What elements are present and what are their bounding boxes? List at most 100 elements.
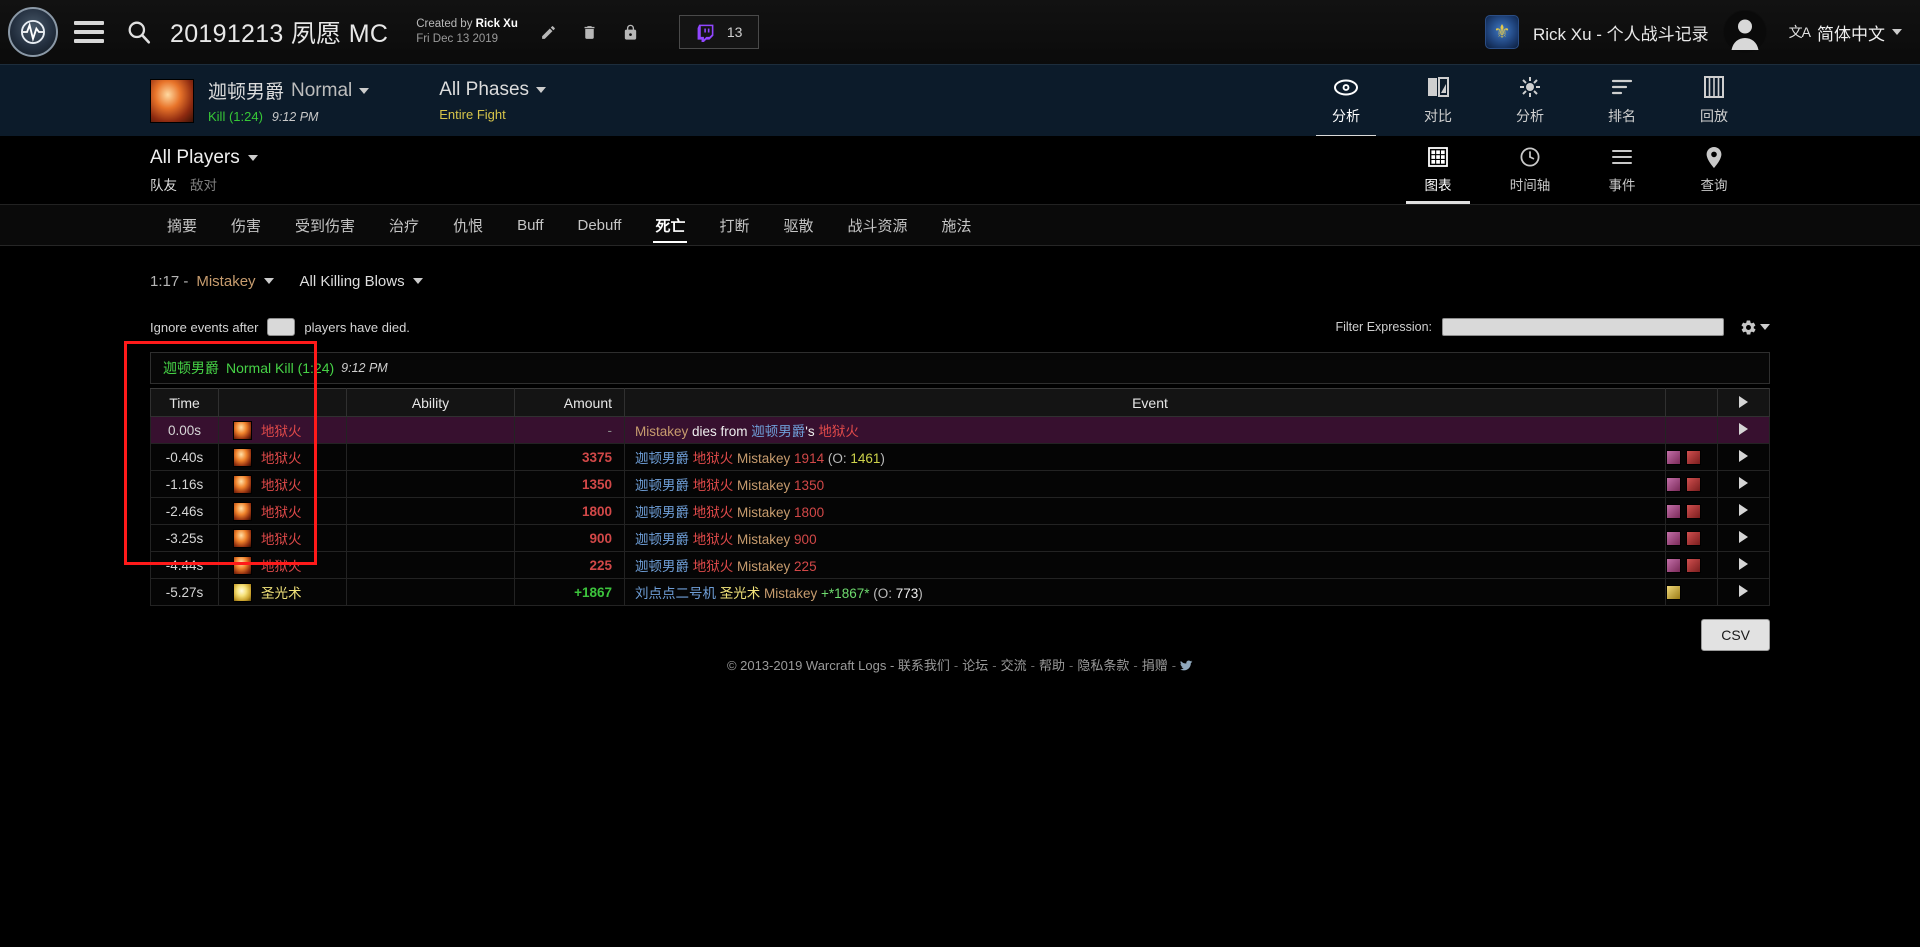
boss-selector[interactable]: 迦顿男爵 Normal Kill (1:24) 9:12 PM [208, 77, 369, 124]
twitch-viewers-button[interactable]: 13 [679, 15, 760, 49]
footer-link[interactable]: 隐私条款 [1077, 658, 1129, 673]
cell-expand[interactable] [1718, 417, 1770, 444]
buff-tag-icon[interactable] [1686, 558, 1701, 573]
ability-name[interactable]: 地狱火 [261, 447, 302, 467]
tab-9[interactable]: 驱散 [766, 205, 830, 245]
footer-link[interactable]: 论坛 [962, 658, 988, 673]
cell-expand[interactable] [1718, 444, 1770, 471]
tab-11[interactable]: 施法 [925, 205, 989, 245]
column-header-ability[interactable]: Ability [347, 389, 515, 417]
buff-tag-icon[interactable] [1686, 531, 1701, 546]
buff-tag-icon[interactable] [1686, 504, 1701, 519]
ability-name[interactable]: 圣光术 [261, 582, 302, 602]
tab-6[interactable]: Debuff [561, 205, 639, 245]
user-avatar-icon[interactable] [1723, 10, 1767, 54]
cell-expand[interactable] [1718, 579, 1770, 606]
cell-expand[interactable] [1718, 471, 1770, 498]
nav-item-replay[interactable]: 回放 [1668, 65, 1760, 137]
ability-name[interactable]: 地狱火 [261, 474, 302, 494]
pencil-icon[interactable] [540, 24, 557, 41]
tab-1[interactable]: 伤害 [214, 205, 278, 245]
trash-icon[interactable] [581, 24, 598, 41]
table-row[interactable]: 0.00s地狱火-Mistakey dies from 迦顿男爵's 地狱火 [151, 417, 1770, 444]
gear-icon[interactable] [1740, 319, 1770, 336]
hamburger-menu-icon[interactable] [74, 21, 104, 43]
column-header-amount[interactable]: Amount [515, 389, 625, 417]
ability-name[interactable]: 地狱火 [261, 555, 302, 575]
tab-2[interactable]: 受到伤害 [278, 205, 372, 245]
ability-name[interactable]: 地狱火 [261, 420, 302, 440]
buff-tag-icon[interactable] [1686, 450, 1701, 465]
footer-link[interactable]: 帮助 [1039, 658, 1065, 673]
table-row[interactable]: -0.40s地狱火3375迦顿男爵 地狱火 Mistakey 1914 (O: … [151, 444, 1770, 471]
table-row[interactable]: -5.27s圣光术+1867刘点点二号机 圣光术 Mistakey +*1867… [151, 579, 1770, 606]
footer-link[interactable]: 交流 [1001, 658, 1027, 673]
ignore-players-input[interactable] [267, 318, 295, 336]
expand-arrow-icon[interactable] [1739, 477, 1748, 489]
cell-ability[interactable]: 地狱火 [219, 498, 347, 525]
cell-ability[interactable]: 地狱火 [219, 552, 347, 579]
buff-tag-icon[interactable] [1666, 477, 1681, 492]
cell-ability[interactable]: 地狱火 [219, 444, 347, 471]
expand-arrow-icon[interactable] [1739, 585, 1748, 597]
buff-tag-icon[interactable] [1666, 531, 1681, 546]
cell-ability[interactable]: 地狱火 [219, 471, 347, 498]
filter-expression-input[interactable] [1442, 318, 1724, 336]
friendlies-toggle[interactable]: 队友 [150, 174, 177, 194]
death-selector-dropdown[interactable]: 1:17 - Mistakey [150, 273, 274, 290]
tab-4[interactable]: 仇恨 [436, 205, 500, 245]
subnav-item-events[interactable]: 事件 [1576, 136, 1668, 204]
user-area[interactable]: ⚜ Rick Xu - 个人战斗记录 [1485, 15, 1709, 49]
warcraft-logs-logo[interactable] [8, 7, 58, 57]
expand-arrow-icon[interactable] [1739, 504, 1748, 516]
nav-item-rankings[interactable]: 排名 [1576, 65, 1668, 137]
buff-tag-icon[interactable] [1666, 504, 1681, 519]
expand-arrow-icon[interactable] [1739, 396, 1748, 408]
tab-10[interactable]: 战斗资源 [830, 205, 924, 245]
cell-expand[interactable] [1718, 498, 1770, 525]
csv-export-button[interactable]: CSV [1701, 619, 1770, 651]
column-header-event[interactable]: Event [625, 389, 1666, 417]
tab-3[interactable]: 治疗 [372, 205, 436, 245]
footer-link[interactable]: 捐赠 [1142, 658, 1168, 673]
cell-ability[interactable]: 地狱火 [219, 417, 347, 444]
table-row[interactable]: -2.46s地狱火1800迦顿男爵 地狱火 Mistakey 1800 [151, 498, 1770, 525]
enemies-toggle[interactable]: 敌对 [190, 174, 217, 194]
cell-ability[interactable]: 地狱火 [219, 525, 347, 552]
twitter-icon[interactable] [1180, 658, 1193, 673]
expand-arrow-icon[interactable] [1739, 531, 1748, 543]
tab-active-7[interactable]: 死亡 [638, 205, 702, 245]
tab-5[interactable]: Buff [500, 205, 560, 245]
buff-tag-icon[interactable] [1666, 585, 1681, 600]
lock-icon[interactable] [622, 24, 639, 41]
subnav-item-timeline[interactable]: 时间轴 [1484, 136, 1576, 204]
buff-tag-icon[interactable] [1686, 477, 1701, 492]
table-row[interactable]: -3.25s地狱火900迦顿男爵 地狱火 Mistakey 900 [151, 525, 1770, 552]
expand-arrow-icon[interactable] [1739, 558, 1748, 570]
tab-8[interactable]: 打断 [702, 205, 766, 245]
language-selector[interactable]: 文A 简体中文 [1789, 20, 1902, 45]
footer-link[interactable]: 联系我们 [898, 658, 950, 673]
cell-ability[interactable]: 圣光术 [219, 579, 347, 606]
expand-arrow-icon[interactable] [1739, 423, 1748, 435]
table-row[interactable]: -4.44s地狱火225迦顿男爵 地狱火 Mistakey 225 [151, 552, 1770, 579]
expand-arrow-icon[interactable] [1739, 450, 1748, 462]
killing-blows-dropdown[interactable]: All Killing Blows [300, 273, 423, 290]
cell-expand[interactable] [1718, 552, 1770, 579]
buff-tag-icon[interactable] [1666, 450, 1681, 465]
search-icon[interactable] [126, 19, 152, 45]
column-header-icon[interactable] [219, 389, 347, 417]
tab-0[interactable]: 摘要 [150, 205, 214, 245]
ability-name[interactable]: 地狱火 [261, 528, 302, 548]
subnav-item-chart[interactable]: 图表 [1392, 136, 1484, 204]
buff-tag-icon[interactable] [1666, 558, 1681, 573]
all-players-selector[interactable]: All Players 队友 敌对 [150, 147, 258, 194]
column-header-time[interactable]: Time [151, 389, 219, 417]
phase-selector[interactable]: All Phases Entire Fight [439, 79, 546, 122]
ability-name[interactable]: 地狱火 [261, 501, 302, 521]
nav-item-analysis[interactable]: 分析 [1300, 65, 1392, 137]
subnav-item-query[interactable]: 查询 [1668, 136, 1760, 204]
table-row[interactable]: -1.16s地狱火1350迦顿男爵 地狱火 Mistakey 1350 [151, 471, 1770, 498]
nav-item-analyze[interactable]: 分析 [1484, 65, 1576, 137]
cell-expand[interactable] [1718, 525, 1770, 552]
